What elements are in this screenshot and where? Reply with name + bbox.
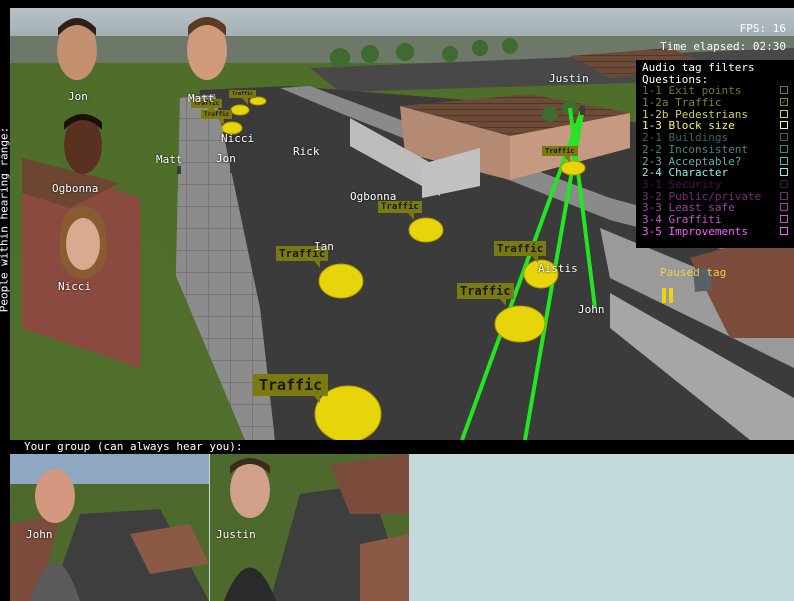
avatar-label-justin: Justin bbox=[549, 72, 589, 85]
traffic-tag[interactable]: Traffic bbox=[201, 110, 233, 126]
group-member-name: Justin bbox=[216, 528, 256, 541]
face-photo-icon bbox=[187, 17, 227, 80]
nearby-person-name: Matt bbox=[188, 92, 215, 105]
fps-readout: FPS: 16 bbox=[739, 22, 786, 35]
hud-stats: FPS: 16 Time elapsed: 02:30 bbox=[660, 20, 786, 56]
filter-code: 3-5 bbox=[642, 224, 662, 238]
group-header: Your group (can always hear you): bbox=[10, 440, 794, 454]
traffic-tag[interactable]: Traffic bbox=[542, 146, 578, 163]
traffic-tag[interactable]: Traffic bbox=[494, 241, 547, 263]
face-photo-icon bbox=[60, 206, 106, 278]
avatar-label-nicci: Nicci bbox=[221, 132, 255, 145]
nearby-person-ogbonna[interactable]: Ogbonna bbox=[50, 110, 114, 200]
nearby-person-name: Nicci bbox=[58, 280, 92, 293]
group-panel: John Justin bbox=[10, 454, 794, 601]
group-member-justin[interactable]: Justin bbox=[210, 454, 409, 601]
filter-checkbox[interactable] bbox=[780, 203, 788, 212]
filter-checkbox[interactable] bbox=[780, 179, 788, 188]
hearing-range-label: People within hearing range: bbox=[0, 8, 11, 440]
avatar-label-jon: Jon bbox=[216, 152, 236, 165]
nearby-person-name: Ogbonna bbox=[52, 182, 99, 195]
filter-label: Improvements bbox=[668, 224, 748, 238]
avatar-label-john: John bbox=[578, 303, 605, 316]
nearby-person-jon[interactable]: Jon bbox=[52, 14, 102, 106]
filter-checkbox[interactable] bbox=[780, 191, 788, 200]
filter-checkbox[interactable] bbox=[780, 144, 788, 153]
group-member-name: John bbox=[26, 528, 53, 541]
nearby-person-nicci[interactable]: Nicci bbox=[50, 206, 114, 298]
nearby-person-matt[interactable]: Matt bbox=[180, 14, 234, 106]
pause-icon[interactable] bbox=[662, 288, 673, 303]
hearing-range-text: People within hearing range: bbox=[0, 126, 11, 313]
face-photo-icon bbox=[57, 18, 97, 80]
group-member-john[interactable]: John bbox=[10, 454, 209, 601]
traffic-tag[interactable]: Traffic bbox=[253, 374, 329, 403]
avatar-label-rick: Rick bbox=[293, 145, 320, 158]
traffic-tag[interactable]: Traffic bbox=[457, 283, 514, 306]
avatar-label-ian: Ian bbox=[314, 240, 334, 253]
filters-title: Audio tag filters bbox=[642, 61, 755, 74]
avatar-label-matt: Matt bbox=[156, 153, 183, 166]
nearby-person-name: Jon bbox=[68, 90, 88, 103]
filter-item[interactable]: 3-5 Improvements bbox=[642, 224, 794, 238]
filter-checkbox[interactable] bbox=[780, 121, 788, 130]
time-elapsed: Time elapsed: 02:30 bbox=[660, 40, 786, 53]
avatar-label-aistis: Aistis bbox=[538, 262, 578, 275]
filter-list: 1-1 Exit points 1-2a Traffic ✓ 1-2b Pedestr… bbox=[642, 85, 794, 237]
filter-checkbox[interactable] bbox=[780, 133, 788, 142]
filter-checkbox[interactable] bbox=[780, 226, 788, 235]
filter-checkbox[interactable]: ✓ bbox=[780, 98, 788, 107]
paused-tag-label: Paused tag bbox=[660, 266, 727, 279]
filter-checkbox[interactable] bbox=[780, 168, 788, 177]
face-photo-icon bbox=[64, 114, 102, 174]
filter-checkbox[interactable] bbox=[780, 156, 788, 165]
avatar-label-ogbonna: Ogbonna bbox=[350, 190, 397, 203]
filter-checkbox[interactable] bbox=[780, 86, 788, 95]
filter-checkbox[interactable] bbox=[780, 109, 788, 118]
filter-checkbox[interactable] bbox=[780, 214, 788, 223]
audio-tag-filters-panel: Audio tag filters Questions: 1-1 Exit po… bbox=[636, 60, 794, 248]
